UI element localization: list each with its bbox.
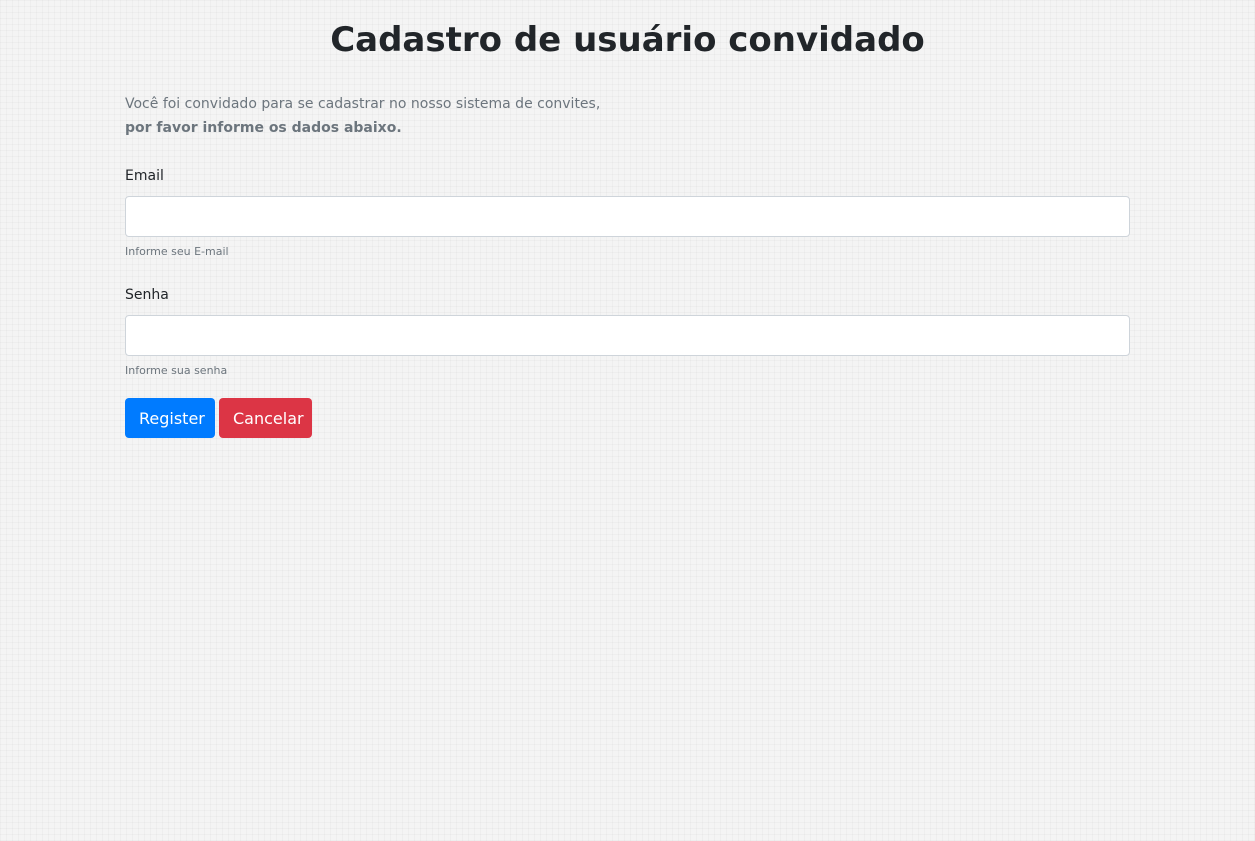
cancel-button[interactable]: Cancelar [219, 398, 312, 438]
form-actions: Register Cancelar [125, 398, 1130, 438]
page: Cadastro de usuário convidado Você foi c… [0, 0, 1255, 841]
intro-text: Você foi convidado para se cadastrar no … [125, 92, 1130, 140]
intro-line-1: Você foi convidado para se cadastrar no … [125, 96, 601, 112]
password-field[interactable] [125, 315, 1130, 356]
password-group: Senha Informe sua senha [125, 285, 1130, 378]
password-label: Senha [125, 287, 169, 303]
email-group: Email Informe seu E-mail [125, 166, 1130, 259]
register-button[interactable]: Register [125, 398, 215, 438]
email-help-text: Informe seu E-mail [125, 245, 229, 258]
intro-line-2: por favor informe os dados abaixo. [125, 120, 402, 136]
email-label: Email [125, 168, 164, 184]
password-help-text: Informe sua senha [125, 364, 228, 377]
registration-form: Você foi convidado para se cadastrar no … [125, 92, 1130, 438]
page-title: Cadastro de usuário convidado [330, 20, 925, 60]
email-field[interactable] [125, 196, 1130, 237]
